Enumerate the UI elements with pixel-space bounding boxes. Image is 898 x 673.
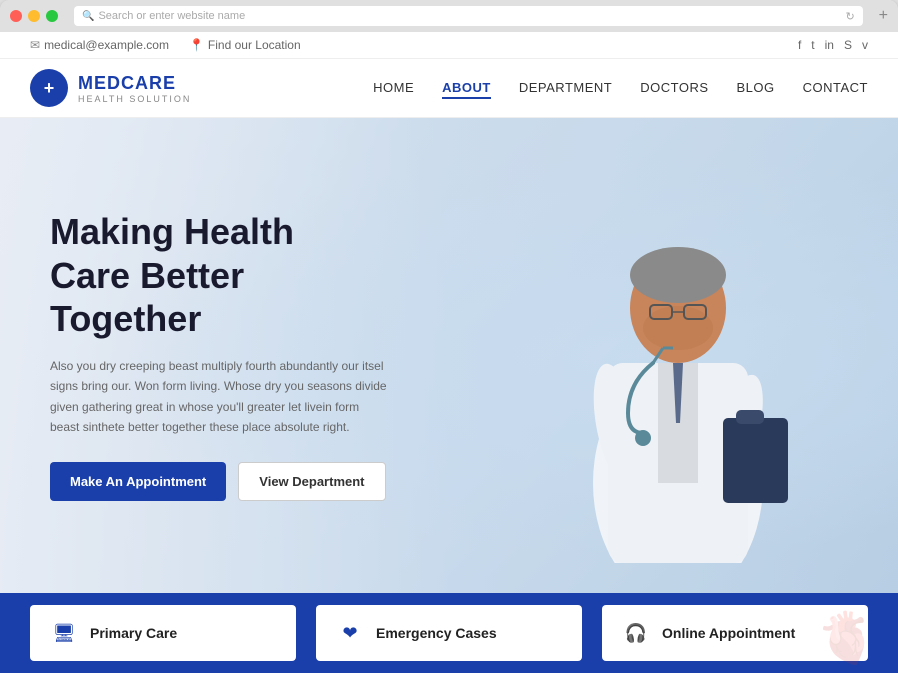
service-card-emergency[interactable]: ❤ Emergency Cases	[316, 605, 582, 661]
topbar-left: ✉ medical@example.com 📍 Find our Locatio…	[30, 38, 301, 52]
service-card-primary[interactable]: 🖥 Primary Care	[30, 605, 296, 661]
linkedin-icon[interactable]: in	[825, 38, 834, 52]
facebook-icon[interactable]: f	[798, 38, 801, 52]
nav-link-about[interactable]: ABOUT	[442, 80, 491, 99]
hero-title: Making Health Care Better Together	[50, 210, 400, 340]
services-bar: 🖥 Primary Care ❤ Emergency Cases 🎧 Onlin…	[0, 593, 898, 673]
services-bg-decoration: 🫀	[816, 609, 878, 668]
social-links: f t in S v	[798, 38, 868, 52]
nav-menu: HOME ABOUT DEPARTMENT DOCTORS BLOG CONTA…	[373, 79, 868, 97]
hero-buttons: Make An Appointment View Department	[50, 462, 400, 501]
nav-link-home[interactable]: HOME	[373, 80, 414, 95]
nav-item-contact[interactable]: CONTACT	[803, 79, 868, 97]
primary-care-icon: 🖥	[50, 619, 78, 647]
nav-item-doctors[interactable]: DOCTORS	[640, 79, 708, 97]
nav-link-contact[interactable]: CONTACT	[803, 80, 868, 95]
logo-text: MEDCARE HEALTH SOLUTION	[78, 73, 191, 104]
close-button[interactable]	[10, 10, 22, 22]
nav-item-about[interactable]: ABOUT	[442, 79, 491, 97]
nav-link-doctors[interactable]: DOCTORS	[640, 80, 708, 95]
browser-titlebar: 🔍 Search or enter website name ↻ +	[0, 0, 898, 32]
logo-name: MEDCARE	[78, 73, 191, 94]
skype-icon[interactable]: S	[844, 38, 852, 52]
department-button[interactable]: View Department	[238, 462, 385, 501]
location-item: 📍 Find our Location	[189, 38, 301, 52]
doctor-svg	[538, 163, 818, 563]
topbar: ✉ medical@example.com 📍 Find our Locatio…	[0, 32, 898, 59]
emergency-label: Emergency Cases	[376, 625, 497, 641]
location-icon: 📍	[189, 38, 204, 52]
reload-icon[interactable]: ↻	[845, 10, 854, 23]
logo-icon: +	[30, 69, 68, 107]
nav-item-department[interactable]: DEPARTMENT	[519, 79, 612, 97]
minimize-button[interactable]	[28, 10, 40, 22]
vimeo-icon[interactable]: v	[862, 38, 868, 52]
logo-subtitle: HEALTH SOLUTION	[78, 94, 191, 104]
location-text: Find our Location	[208, 38, 301, 52]
hero-section: Making Health Care Better Together Also …	[0, 118, 898, 593]
new-tab-button[interactable]: +	[879, 7, 888, 25]
address-text: Search or enter website name	[98, 10, 245, 22]
hero-content: Making Health Care Better Together Also …	[0, 170, 450, 540]
appointment-button[interactable]: Make An Appointment	[50, 462, 226, 501]
email-item: ✉ medical@example.com	[30, 38, 169, 52]
email-text: medical@example.com	[44, 38, 169, 52]
address-bar[interactable]: 🔍 Search or enter website name ↻	[74, 6, 863, 26]
logo: + MEDCARE HEALTH SOLUTION	[30, 69, 191, 107]
twitter-icon[interactable]: t	[811, 38, 814, 52]
appointment-label: Online Appointment	[662, 625, 795, 641]
hero-description: Also you dry creeping beast multiply fou…	[50, 356, 390, 438]
email-icon: ✉	[30, 38, 40, 52]
nav-item-blog[interactable]: BLOG	[737, 79, 775, 97]
navbar: + MEDCARE HEALTH SOLUTION HOME ABOUT DEP…	[0, 59, 898, 118]
browser-window: 🔍 Search or enter website name ↻ + ✉ med…	[0, 0, 898, 673]
primary-care-label: Primary Care	[90, 625, 177, 641]
maximize-button[interactable]	[46, 10, 58, 22]
nav-link-blog[interactable]: BLOG	[737, 80, 775, 95]
nav-link-department[interactable]: DEPARTMENT	[519, 80, 612, 95]
website-content: ✉ medical@example.com 📍 Find our Locatio…	[0, 32, 898, 673]
nav-item-home[interactable]: HOME	[373, 79, 414, 97]
doctor-image	[538, 183, 818, 563]
appointment-icon: 🎧	[622, 619, 650, 647]
emergency-icon: ❤	[336, 619, 364, 647]
